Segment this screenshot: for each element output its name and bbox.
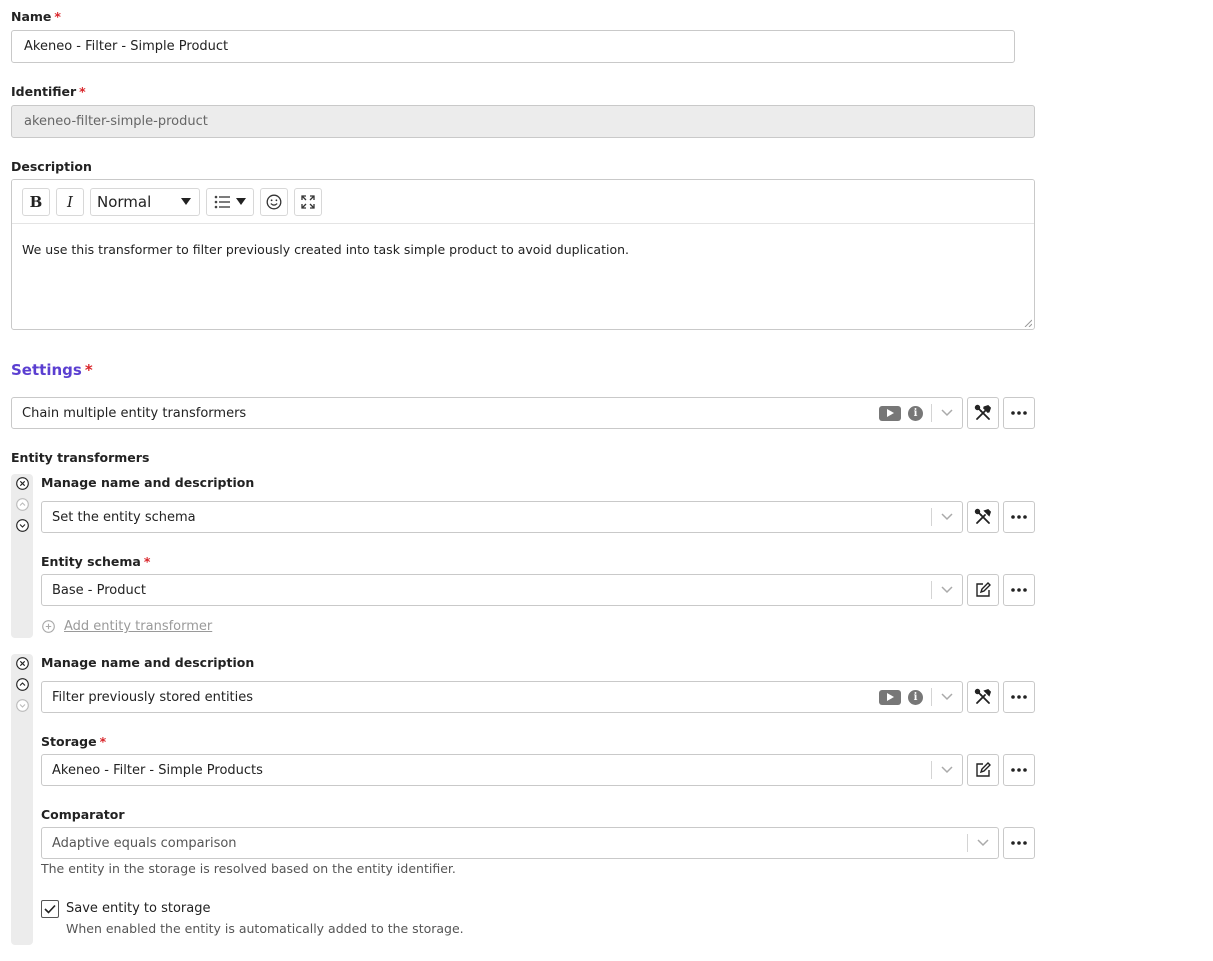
- chevron-down-icon[interactable]: [940, 510, 954, 524]
- smiley-icon: [266, 194, 282, 209]
- add-circle-icon: [42, 620, 55, 633]
- identifier-input: akeneo-filter-simple-product: [11, 105, 1035, 138]
- youtube-icon[interactable]: [879, 405, 901, 421]
- resize-handle-icon[interactable]: [1024, 319, 1032, 327]
- format-select-value: Normal: [97, 192, 152, 211]
- tools-icon: [974, 688, 992, 704]
- name-input-value: Akeneo - Filter - Simple Product: [24, 39, 229, 54]
- more-icon: [1011, 695, 1027, 699]
- transformer-1-select-value: Set the entity schema: [52, 509, 196, 525]
- name-input[interactable]: Akeneo - Filter - Simple Product: [11, 30, 1015, 63]
- bold-button[interactable]: B: [22, 187, 50, 216]
- move-down-icon: [16, 699, 29, 712]
- edit-icon: [976, 762, 991, 777]
- list-icon: [214, 195, 230, 208]
- chevron-down-icon[interactable]: [940, 690, 954, 704]
- edit-icon: [976, 582, 991, 597]
- more-icon: [1011, 841, 1027, 845]
- transformer-1-more-button[interactable]: [1003, 501, 1035, 533]
- description-label: Description: [11, 159, 92, 174]
- transformer-1-select[interactable]: Set the entity schema: [41, 501, 963, 533]
- identifier-input-value: akeneo-filter-simple-product: [24, 114, 208, 129]
- name-label: Name *: [11, 9, 61, 24]
- chevron-down-icon[interactable]: [940, 763, 954, 777]
- comparator-more-button[interactable]: [1003, 827, 1035, 859]
- entity-schema-select-value: Base - Product: [52, 582, 146, 598]
- fullscreen-button[interactable]: [294, 187, 322, 216]
- transformer-1-tools-button[interactable]: [967, 501, 999, 533]
- entity-schema-edit-button[interactable]: [967, 574, 999, 606]
- remove-icon[interactable]: [16, 477, 29, 490]
- manage-name-description-link[interactable]: Manage name and description: [41, 475, 254, 490]
- manage-name-description-link[interactable]: Manage name and description: [41, 655, 254, 670]
- comparator-hint: The entity in the storage is resolved ba…: [41, 861, 456, 876]
- caret-down-icon: [181, 197, 191, 205]
- settings-select[interactable]: Chain multiple entity transformers i: [11, 397, 963, 429]
- chevron-down-icon[interactable]: [940, 406, 954, 420]
- emoji-button[interactable]: [260, 187, 288, 216]
- remove-icon[interactable]: [16, 657, 29, 670]
- comparator-select-value: Adaptive equals comparison: [52, 835, 237, 851]
- storage-edit-button[interactable]: [967, 754, 999, 786]
- storage-label: Storage *: [41, 734, 107, 749]
- info-icon[interactable]: i: [908, 689, 923, 705]
- chevron-down-icon[interactable]: [976, 836, 990, 850]
- italic-button[interactable]: I: [56, 187, 84, 216]
- tools-icon: [974, 404, 992, 420]
- entity-transformers-label: Entity transformers: [11, 450, 150, 465]
- save-entity-checkbox[interactable]: [41, 900, 59, 918]
- comparator-label: Comparator: [41, 807, 125, 822]
- description-editor[interactable]: B I Normal We use this transformer to fi…: [11, 179, 1035, 330]
- settings-select-value: Chain multiple entity transformers: [22, 405, 247, 421]
- add-entity-transformer-button[interactable]: Add entity transformer: [42, 619, 212, 634]
- move-down-icon[interactable]: [16, 519, 29, 532]
- editor-toolbar: B I Normal: [12, 180, 1034, 224]
- settings-title: Settings *: [11, 361, 93, 379]
- storage-more-button[interactable]: [1003, 754, 1035, 786]
- description-text: We use this transformer to filter previo…: [22, 242, 629, 257]
- entity-schema-more-button[interactable]: [1003, 574, 1035, 606]
- editor-content[interactable]: We use this transformer to filter previo…: [12, 224, 1034, 275]
- entity-schema-select[interactable]: Base - Product: [41, 574, 963, 606]
- add-entity-transformer-label: Add entity transformer: [64, 619, 213, 634]
- more-icon: [1011, 515, 1027, 519]
- more-icon: [1011, 411, 1027, 415]
- move-up-icon: [16, 498, 29, 511]
- transformer-2-rail: [11, 654, 33, 945]
- entity-schema-label: Entity schema *: [41, 554, 151, 569]
- storage-select[interactable]: Akeneo - Filter - Simple Products: [41, 754, 963, 786]
- expand-icon: [301, 194, 315, 209]
- info-icon[interactable]: i: [908, 405, 923, 421]
- chevron-down-icon[interactable]: [940, 583, 954, 597]
- youtube-icon[interactable]: [879, 689, 901, 705]
- transformer-2-select[interactable]: Filter previously stored entities i: [41, 681, 963, 713]
- more-icon: [1011, 768, 1027, 772]
- save-entity-hint: When enabled the entity is automatically…: [66, 921, 464, 936]
- storage-select-value: Akeneo - Filter - Simple Products: [52, 762, 263, 778]
- caret-down-icon: [236, 197, 246, 205]
- move-up-icon[interactable]: [16, 678, 29, 691]
- list-button[interactable]: [206, 187, 254, 216]
- settings-more-button[interactable]: [1003, 397, 1035, 429]
- more-icon: [1011, 588, 1027, 592]
- transformer-2-tools-button[interactable]: [967, 681, 999, 713]
- identifier-label: Identifier *: [11, 84, 86, 99]
- format-select[interactable]: Normal: [90, 187, 200, 216]
- check-icon: [44, 904, 56, 914]
- comparator-select[interactable]: Adaptive equals comparison: [41, 827, 999, 859]
- save-entity-label[interactable]: Save entity to storage: [66, 901, 210, 916]
- tools-icon: [974, 508, 992, 524]
- settings-tools-button[interactable]: [967, 397, 999, 429]
- transformer-2-more-button[interactable]: [1003, 681, 1035, 713]
- transformer-2-select-value: Filter previously stored entities: [52, 689, 254, 705]
